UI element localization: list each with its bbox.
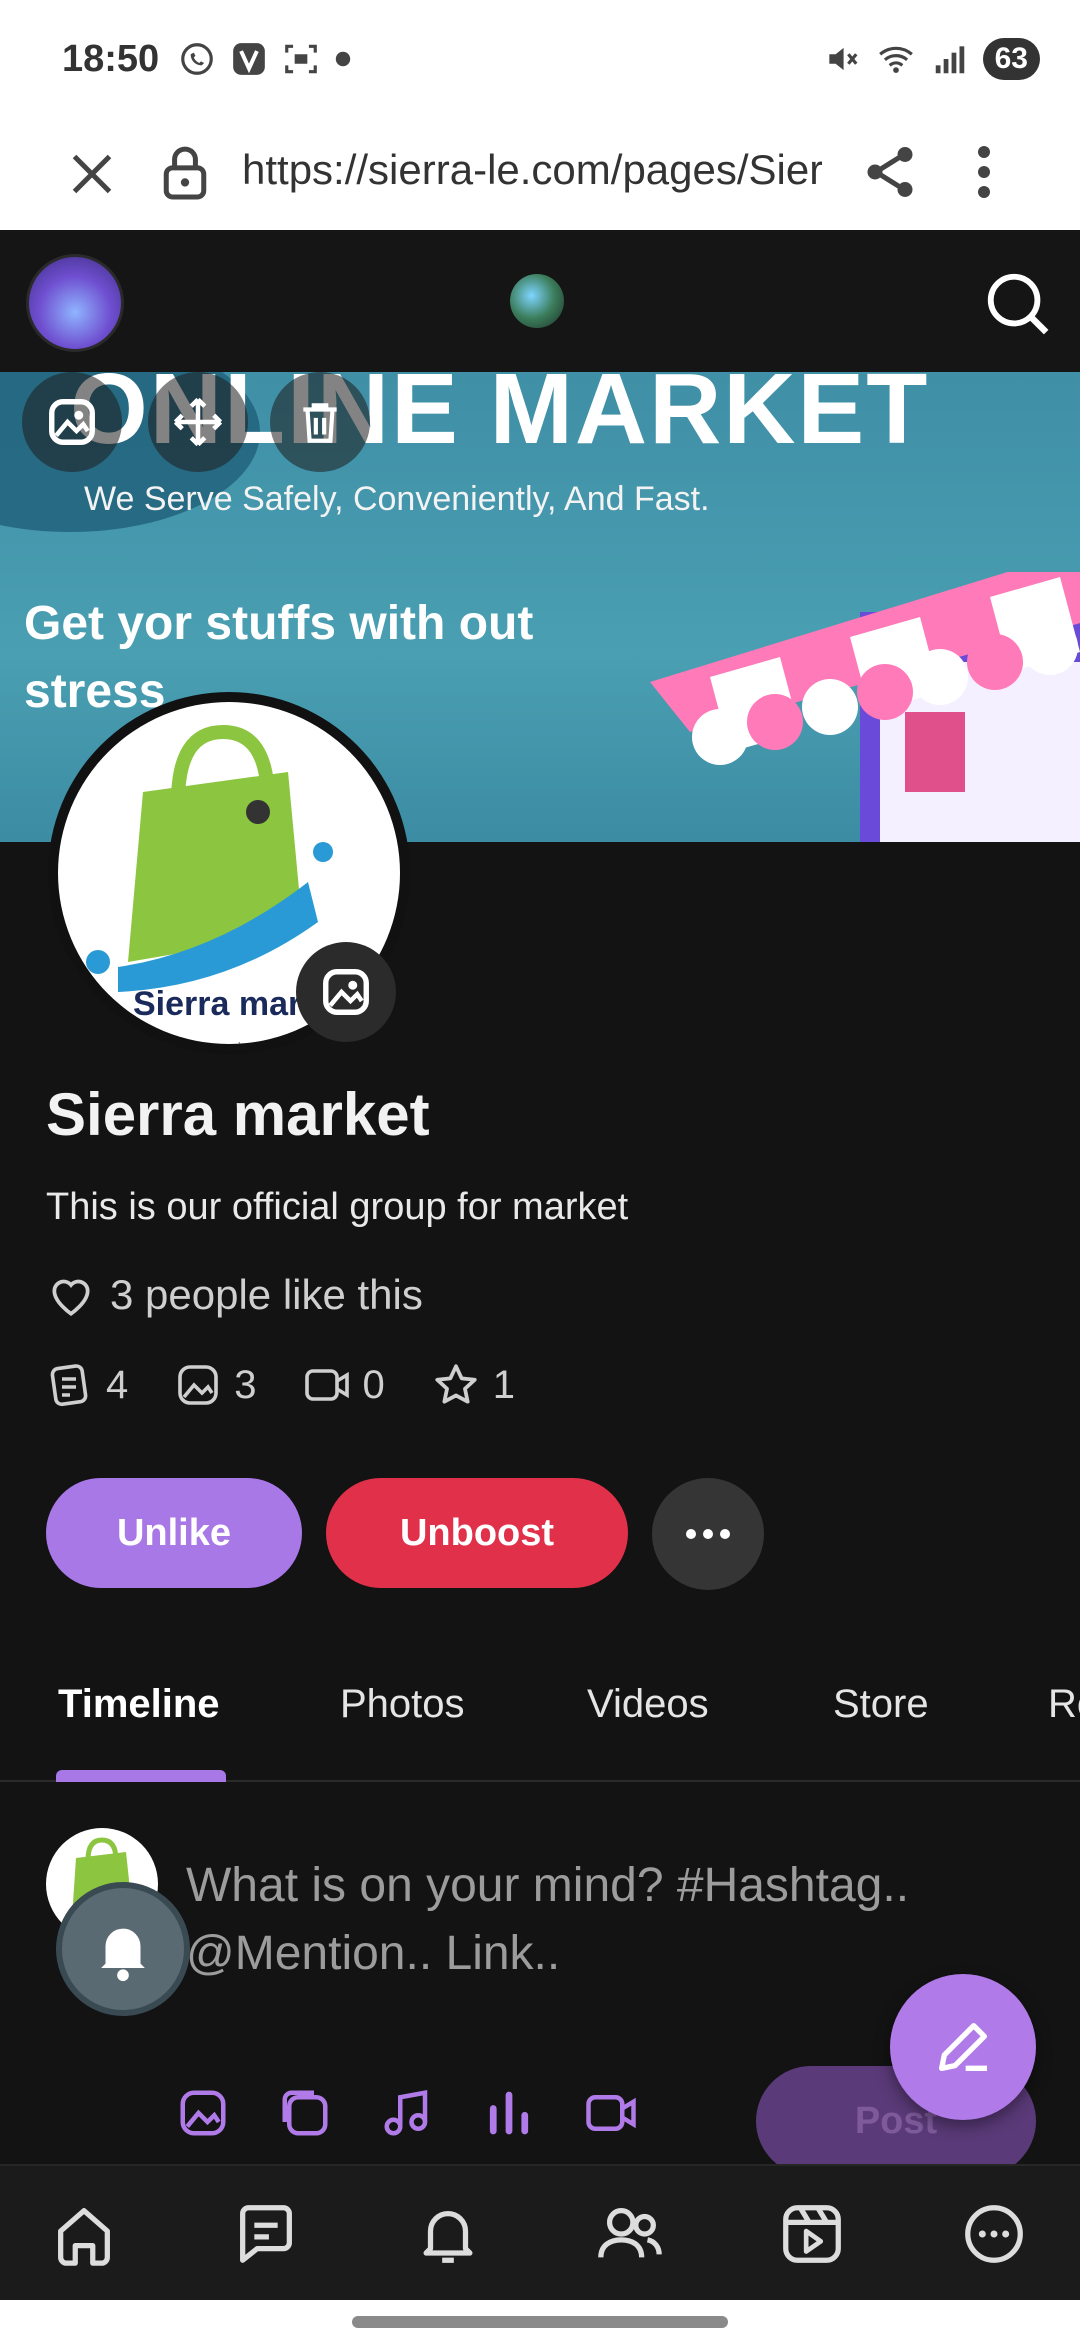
reels-icon (783, 2205, 841, 2263)
lock-icon[interactable] (160, 142, 210, 202)
image-icon (49, 399, 95, 445)
active-tab-indicator (56, 1770, 226, 1782)
stat-reviews-value: 1 (492, 1362, 515, 1407)
status-bar: 18:50 63 (0, 0, 1080, 120)
cover-slogan: Get yor stuffs with out stress (24, 597, 534, 718)
image-icon[interactable] (176, 2086, 230, 2140)
change-cover-button[interactable] (22, 372, 122, 472)
tab-photos[interactable]: Photos (340, 1682, 465, 1727)
home-indicator[interactable] (352, 2316, 728, 2328)
overflow-menu-icon[interactable] (964, 142, 1004, 202)
posts-icon (50, 1364, 88, 1407)
page-title: Sierra market (46, 1081, 430, 1148)
search-icon[interactable] (982, 268, 1052, 338)
url-text[interactable]: https://sierra-le.com/pages/Sierra (242, 146, 822, 194)
change-profile-picture-button[interactable] (296, 942, 396, 1042)
v-app-icon (233, 43, 265, 75)
likes-text: 3 people like this (110, 1271, 423, 1318)
app-header (0, 230, 1080, 372)
notification-bell-button[interactable] (56, 1882, 190, 2016)
page-tabs: Timeline Photos Videos Store Re (0, 1672, 1080, 1782)
composer-tools (176, 2086, 638, 2140)
mute-icon (828, 47, 858, 71)
move-icon (173, 397, 223, 447)
bell-icon (423, 2210, 473, 2263)
wifi-icon (878, 46, 913, 73)
stat-reviews[interactable]: 1 (431, 1360, 515, 1410)
screenshot-icon (285, 44, 317, 74)
bell-icon (101, 1928, 145, 1982)
stat-posts[interactable]: 4 (46, 1361, 128, 1409)
poll-icon[interactable] (482, 2086, 536, 2140)
likes-count[interactable]: 3 people like this (46, 1270, 423, 1320)
video-icon[interactable] (584, 2086, 638, 2140)
page-description: This is our official group for market (46, 1186, 629, 1228)
nav-friends[interactable] (592, 2196, 668, 2272)
status-notification-icons (178, 40, 352, 78)
status-system-icons: 63 (823, 38, 1040, 80)
reposition-cover-button[interactable] (148, 372, 248, 472)
composer-input[interactable]: What is on your mind? #Hashtag.. @Mentio… (186, 1852, 1006, 1988)
stat-photos-value: 3 (234, 1362, 257, 1407)
dot-icon (335, 51, 351, 67)
page-stats: 4 3 0 1 (46, 1360, 515, 1410)
star-icon (435, 1364, 477, 1404)
delete-cover-button[interactable] (270, 372, 370, 472)
nav-more[interactable] (956, 2196, 1032, 2272)
pencil-icon (939, 2023, 987, 2071)
user-avatar[interactable] (26, 254, 124, 352)
site-logo[interactable] (510, 274, 564, 328)
music-icon[interactable] (380, 2086, 434, 2140)
cover-tagline: We Serve Safely, Conveniently, And Fast. (84, 480, 710, 518)
photo-icon (178, 1365, 219, 1405)
nav-notifications[interactable] (410, 2196, 486, 2272)
profile-picture-label: Sierra mar (133, 985, 302, 1023)
unboost-button[interactable]: Unboost (326, 1478, 628, 1588)
whatsapp-icon (181, 43, 213, 75)
more-options-button[interactable] (652, 1478, 764, 1590)
nav-reels[interactable] (774, 2196, 850, 2272)
status-time: 18:50 (62, 38, 160, 80)
unlike-button[interactable]: Unlike (46, 1478, 302, 1588)
storefront-illustration (650, 572, 1080, 842)
nav-messages[interactable] (228, 2196, 304, 2272)
tab-videos[interactable]: Videos (587, 1682, 709, 1727)
home-icon (58, 2208, 110, 2266)
share-icon[interactable] (860, 142, 920, 202)
image-icon (323, 969, 369, 1015)
tab-timeline[interactable]: Timeline (58, 1682, 220, 1727)
video-icon (304, 1369, 349, 1401)
bottom-navigation (0, 2164, 1080, 2300)
profile-picture-subtext: salone (223, 1039, 264, 1044)
battery-indicator: 63 (982, 38, 1040, 80)
gallery-icon[interactable] (278, 2086, 332, 2140)
stat-posts-value: 4 (106, 1362, 129, 1407)
stat-photos[interactable]: 3 (174, 1361, 257, 1409)
tab-reviews[interactable]: Re (1048, 1682, 1080, 1727)
trash-icon (303, 403, 337, 443)
signal-icon (935, 46, 964, 74)
nav-home[interactable] (46, 2196, 122, 2272)
tab-store[interactable]: Store (833, 1682, 929, 1727)
browser-url-bar: https://sierra-le.com/pages/Sierra (0, 120, 1080, 230)
compose-fab[interactable] (890, 1974, 1036, 2120)
stat-videos-value: 0 (362, 1362, 385, 1407)
ellipsis-icon (686, 1529, 730, 1539)
more-icon (965, 2205, 1023, 2263)
heart-icon (52, 1279, 90, 1317)
stat-videos[interactable]: 0 (303, 1361, 385, 1409)
gesture-bar (0, 2300, 1080, 2340)
close-icon[interactable] (62, 144, 122, 204)
people-icon (598, 2208, 662, 2258)
chat-icon (240, 2205, 292, 2263)
